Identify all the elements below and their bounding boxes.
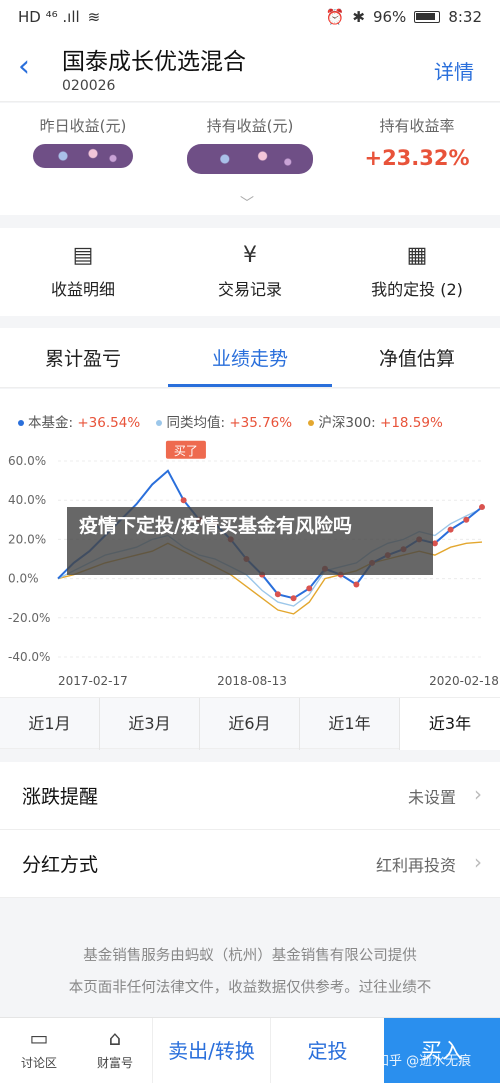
buy-point-marker: [180, 497, 187, 504]
peer-legend-label: 同类均值:: [166, 415, 226, 431]
yuan-icon: ¥: [243, 243, 257, 268]
status-left: HD ⁴⁶ .ıll ≋: [18, 8, 100, 26]
income-detail-button[interactable]: ▤ 收益明细: [0, 242, 166, 300]
chevron-right-icon: ›: [474, 850, 482, 874]
disclaimer-line-2: 本页面非任何法律文件，收益数据仅供参考。过往业绩不: [68, 980, 432, 996]
buy-point-marker: [463, 516, 470, 523]
battery-icon: [414, 11, 441, 23]
holding-rate: 持有收益率 +23.32%: [334, 115, 500, 170]
fund-name: 国泰成长优选混合: [62, 49, 246, 75]
status-bar: HD ⁴⁶ .ıll ≋ ⏰ ✱ 96% 8:32: [0, 0, 500, 34]
price-alert-value: 未设置: [407, 788, 456, 807]
holding-earnings-label: 持有收益(元): [206, 117, 294, 135]
fortune-icon: ⌂: [108, 1026, 122, 1050]
masked-value-sticker: [187, 144, 313, 174]
chevron-right-icon: ›: [474, 782, 482, 806]
masked-value-sticker: [33, 144, 133, 168]
trade-record-label: 交易记录: [217, 280, 282, 299]
dividend-method-row[interactable]: 分红方式 红利再投资 ›: [0, 830, 500, 898]
watermark: 知乎 @逝水无痕: [376, 1054, 472, 1069]
price-alert-row[interactable]: 涨跌提醒 未设置 ›: [0, 762, 500, 830]
wifi-icon: ≋: [87, 8, 101, 26]
buy-point-marker: [274, 591, 281, 598]
y-tick-label: -40.0%: [8, 650, 50, 664]
detail-button[interactable]: 详情: [434, 56, 474, 85]
chevron-down-icon[interactable]: ﹀: [240, 193, 254, 213]
quick-actions: ▤ 收益明细 ¥ 交易记录 ▦ 我的定投 (2): [0, 228, 500, 316]
my-fixed-invest-button[interactable]: ▦ 我的定投 (2): [334, 242, 500, 300]
status-right: ⏰ ✱ 96% 8:32: [326, 8, 482, 26]
fund-legend-dot: [18, 420, 24, 426]
buy-point-marker: [290, 595, 297, 602]
discussion-button[interactable]: ▭ 讨论区: [4, 1026, 74, 1071]
discussion-label: 讨论区: [20, 1056, 57, 1070]
trade-record-button[interactable]: ¥ 交易记录: [167, 242, 333, 300]
range-selector: 近1月 近3月 近6月 近1年 近3年: [0, 697, 500, 750]
tab-nav-estimate[interactable]: 净值估算: [334, 344, 500, 371]
holding-rate-value: +23.32%: [364, 146, 470, 170]
buy-point-marker: [447, 526, 454, 533]
chart-legend: 本基金: +36.54% 同类均值: +35.76% 沪深300: +18.59…: [18, 411, 443, 431]
alarm-icon: ⏰: [325, 8, 345, 26]
y-tick-label: 20.0%: [8, 532, 46, 546]
fund-legend-label: 本基金:: [28, 415, 74, 431]
yesterday-earnings-label: 昨日收益(元): [39, 117, 127, 135]
signal-indicator: HD ⁴⁶ .ıll: [18, 8, 80, 26]
index-legend-label: 沪深300:: [318, 415, 376, 431]
dividend-method-value: 红利再投资: [375, 856, 456, 875]
fund-legend-value: +36.54%: [77, 415, 141, 431]
peer-legend-dot: [156, 420, 163, 426]
sell-convert-button[interactable]: 卖出/转换: [152, 1018, 270, 1083]
settings-list: 涨跌提醒 未设置 › 分红方式 红利再投资 ›: [0, 762, 500, 898]
range-1m[interactable]: 近1月: [0, 698, 100, 750]
bluetooth-icon: ✱: [352, 8, 365, 26]
y-tick-label: 40.0%: [8, 493, 46, 507]
header: ‹ 国泰成长优选混合 020026 详情: [0, 34, 500, 102]
fortune-button[interactable]: ⌂ 财富号: [80, 1026, 150, 1071]
peer-legend-value: +35.76%: [229, 415, 293, 431]
buy-point-marker: [353, 581, 360, 588]
back-arrow-icon[interactable]: ‹: [18, 52, 30, 82]
index-legend-value: +18.59%: [380, 415, 443, 431]
article-caption-overlay: 疫情下定投/疫情买基金有风险吗: [67, 507, 433, 575]
earnings-panel: 昨日收益(元) 持有收益(元) 持有收益率 +23.32% ﹀: [0, 103, 500, 215]
income-detail-label: 收益明细: [50, 280, 115, 299]
x-tick-label: 2018-08-13: [217, 674, 287, 688]
fortune-label: 财富号: [96, 1056, 133, 1070]
x-tick-label: 2020-02-18: [429, 674, 499, 688]
chart-tabs: 累计盈亏 业绩走势 净值估算: [0, 328, 500, 388]
holding-earnings: 持有收益(元): [167, 115, 333, 174]
x-tick-label: 2017-02-17: [58, 674, 128, 688]
clock: 8:32: [448, 8, 482, 26]
range-3m[interactable]: 近3月: [100, 698, 200, 750]
disclaimer-line-1: 基金销售服务由蚂蚁（杭州）基金销售有限公司提供: [83, 948, 417, 964]
buy-annotation-label: 买了: [174, 444, 198, 458]
range-1y[interactable]: 近1年: [300, 698, 400, 750]
fixed-invest-button[interactable]: 定投: [270, 1018, 384, 1083]
index-legend-dot: [308, 420, 315, 426]
tab-performance[interactable]: 业绩走势: [167, 344, 333, 371]
disclaimer: 基金销售服务由蚂蚁（杭州）基金销售有限公司提供 本页面非任何法律文件，收益数据仅…: [0, 940, 500, 1004]
chat-bubble-icon: ▭: [29, 1026, 49, 1050]
buy-point-marker: [479, 504, 485, 511]
holding-rate-label: 持有收益率: [379, 117, 455, 135]
price-alert-label: 涨跌提醒: [22, 786, 99, 808]
buy-annotation: 买了: [165, 440, 206, 459]
tab-cumulative-pnl[interactable]: 累计盈亏: [0, 344, 166, 371]
buy-point-marker: [306, 585, 313, 592]
my-fixed-invest-label: 我的定投 (2): [371, 280, 463, 299]
range-3y[interactable]: 近3年: [400, 698, 500, 750]
active-tab-indicator: [168, 384, 332, 387]
y-tick-label: -20.0%: [8, 611, 50, 625]
y-tick-label: 60.0%: [8, 454, 46, 468]
document-icon: ▤: [72, 243, 94, 268]
dividend-method-label: 分红方式: [22, 854, 99, 876]
y-tick-label: 0.0%: [8, 572, 39, 586]
battery-percent: 96%: [372, 8, 407, 26]
calendar-icon: ▦: [406, 243, 428, 268]
fund-code: 020026: [62, 78, 116, 94]
range-6m[interactable]: 近6月: [200, 698, 300, 750]
yesterday-earnings: 昨日收益(元): [0, 115, 166, 168]
